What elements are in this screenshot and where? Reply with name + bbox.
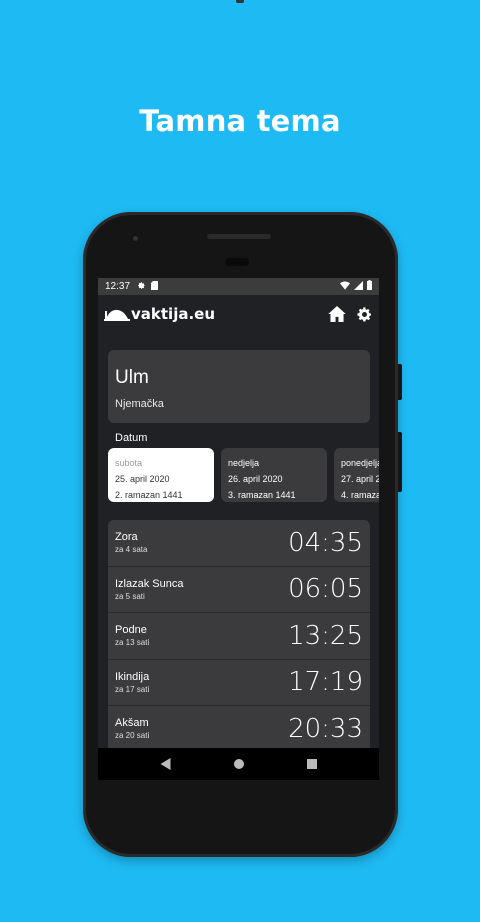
front-camera [133, 236, 138, 241]
prayer-name: Izlazak Sunca [115, 577, 184, 590]
prayer-times-list: Zora za 4 sata 04:35 Izlazak Sunca za 5 … [108, 520, 370, 748]
prayer-row[interactable]: Ikindija za 17 sati 17:19 [108, 660, 370, 706]
date-day: subota [115, 458, 143, 468]
date-card[interactable]: ponedjeljak 27. april 2020 4. ramazan 14… [334, 448, 379, 502]
prayer-name: Ikindija [115, 670, 150, 683]
prayer-time: 20:33 [288, 713, 363, 744]
power-button [398, 364, 402, 400]
app-logo: vaktija.eu [104, 305, 215, 323]
speaker-grille [207, 234, 271, 239]
prayer-time: 13:25 [288, 620, 363, 651]
prayer-row[interactable]: Podne za 13 sati 13:25 [108, 613, 370, 660]
battery-icon [367, 280, 372, 293]
prayer-row[interactable]: Izlazak Sunca za 5 sati 06:05 [108, 567, 370, 613]
prayer-time: 17:19 [288, 667, 363, 698]
date-gregorian: 26. april 2020 [228, 474, 283, 484]
city-name: Ulm [115, 367, 149, 388]
earpiece [225, 258, 249, 266]
signal-icon [354, 280, 363, 293]
date-gregorian: 25. april 2020 [115, 474, 170, 484]
location-card[interactable]: Ulm Njemačka [108, 350, 370, 423]
wifi-icon [340, 281, 350, 293]
prayer-time: 04:35 [288, 527, 363, 558]
top-sensor [236, 0, 244, 3]
date-day: nedjelja [228, 458, 260, 468]
prayer-relative: za 20 sati [115, 731, 150, 741]
mosque-logo-icon [104, 309, 130, 321]
volume-button [398, 432, 402, 492]
status-time: 12:37 [105, 281, 131, 292]
prayer-relative: za 17 sati [115, 684, 150, 694]
status-bar: 12:37 [98, 278, 379, 295]
system-nav-bar [98, 748, 379, 780]
logo-text: vaktija.eu [131, 305, 216, 323]
date-gregorian: 27. april 2020 [341, 474, 379, 484]
app-screen: 12:37 vaktija.eu Ulm Njemačka Datum subo… [98, 278, 379, 748]
recents-icon[interactable] [307, 759, 318, 769]
sd-card-icon [151, 281, 159, 292]
date-card[interactable]: nedjelja 26. april 2020 3. ramazan 1441 [221, 448, 327, 502]
home-nav-icon[interactable] [233, 759, 244, 769]
date-day: ponedjeljak [341, 458, 379, 468]
prayer-name: Akšam [115, 717, 149, 730]
date-card[interactable]: subota 25. april 2020 2. ramazan 1441 [108, 448, 214, 502]
gear-icon[interactable] [356, 306, 373, 323]
country-name: Njemačka [115, 398, 164, 410]
date-hijri: 3. ramazan 1441 [228, 490, 296, 500]
prayer-row[interactable]: Zora za 4 sata 04:35 [108, 520, 370, 567]
home-icon[interactable] [328, 306, 346, 322]
app-bar: vaktija.eu [98, 295, 379, 333]
prayer-time: 06:05 [288, 574, 363, 605]
prayer-relative: za 5 sati [115, 591, 145, 601]
prayer-name: Zora [115, 531, 138, 544]
back-icon[interactable] [160, 758, 171, 770]
prayer-relative: za 13 sati [115, 638, 150, 648]
headline: Tamna tema [139, 104, 341, 138]
date-hijri: 4. ramazan 1441 [341, 490, 379, 500]
prayer-row[interactable]: Akšam za 20 sati 20:33 [108, 706, 370, 748]
settings-icon [137, 281, 146, 292]
date-section-label: Datum [115, 432, 148, 444]
prayer-relative: za 4 sata [115, 545, 148, 555]
prayer-name: Podne [115, 624, 147, 637]
date-selector: subota 25. april 2020 2. ramazan 1441 ne… [108, 448, 379, 502]
date-hijri: 2. ramazan 1441 [115, 490, 183, 500]
